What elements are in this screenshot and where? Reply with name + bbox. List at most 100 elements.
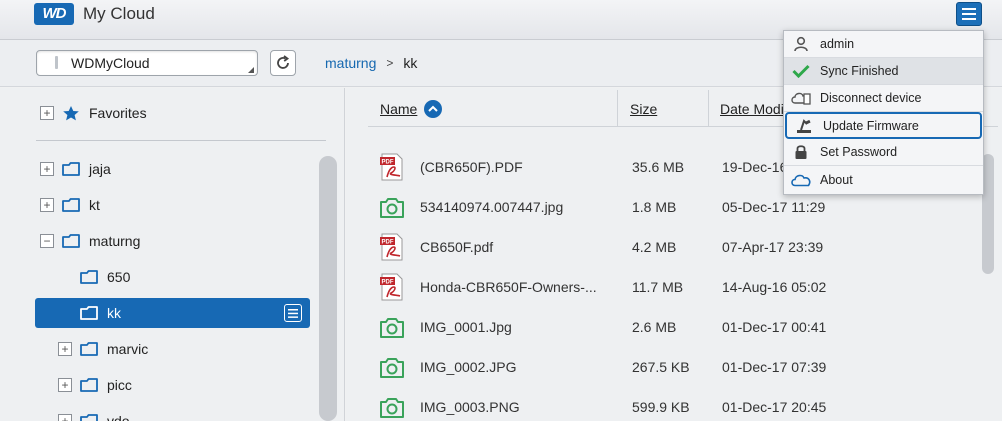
firmware-icon xyxy=(793,117,815,135)
file-row[interactable]: PDF Honda-CBR650F-Owners-... 11.7 MB 14-… xyxy=(379,267,979,307)
sidebar-item-jaja[interactable]: + jaja xyxy=(40,154,111,184)
device-select[interactable]: WDMyCloud xyxy=(36,50,258,76)
dropdown-caret-icon xyxy=(248,67,254,73)
file-row[interactable]: IMG_0002.JPG 267.5 KB 01-Dec-17 07:39 xyxy=(379,347,979,387)
file-date: 07-Apr-17 23:39 xyxy=(722,239,824,255)
menu-item-disconnect-device[interactable]: Disconnect device xyxy=(784,85,983,112)
cloud-icon xyxy=(790,171,812,189)
menu-item-admin[interactable]: admin xyxy=(784,31,983,58)
user-menu-dropdown: admin Sync Finished Disconnect device Up… xyxy=(783,30,984,195)
expand-icon[interactable]: + xyxy=(58,414,72,421)
file-size: 1.8 MB xyxy=(632,199,677,215)
device-select-value: WDMyCloud xyxy=(71,55,150,71)
sidebar-item-vdo[interactable]: + vdo xyxy=(58,406,130,421)
refresh-button[interactable] xyxy=(270,50,296,76)
file-date: 01-Dec-17 07:39 xyxy=(722,359,827,375)
folder-context-menu-button[interactable] xyxy=(284,304,302,322)
sort-ascending-icon[interactable] xyxy=(424,99,443,118)
divider xyxy=(36,140,326,141)
menu-item-label: admin xyxy=(820,37,855,51)
menu-item-set-password[interactable]: Set Password xyxy=(784,139,983,166)
file-date: 01-Dec-17 00:41 xyxy=(722,319,827,335)
sidebar-item-maturng[interactable]: − maturng xyxy=(40,226,140,256)
file-date: 01-Dec-17 20:45 xyxy=(722,399,827,415)
folder-icon xyxy=(62,234,80,248)
pdf-file-icon: PDF xyxy=(380,153,403,181)
breadcrumb: maturng > kk xyxy=(325,55,417,71)
menu-item-sync-status[interactable]: Sync Finished xyxy=(784,58,983,85)
sidebar-scrollbar[interactable] xyxy=(319,156,337,421)
file-name: IMG_0003.PNG xyxy=(420,399,520,415)
menu-item-label: About xyxy=(820,172,853,187)
sidebar-item-picc[interactable]: + picc xyxy=(58,370,132,400)
expand-icon[interactable]: + xyxy=(40,106,54,120)
column-divider[interactable] xyxy=(617,90,618,127)
collapse-icon[interactable]: − xyxy=(40,234,54,248)
menu-item-label: Update Firmware xyxy=(823,118,919,133)
folder-icon xyxy=(80,342,98,356)
disconnect-device-icon xyxy=(790,89,812,107)
file-name: CB650F.pdf xyxy=(420,239,494,255)
sidebar-item-label: 650 xyxy=(107,269,131,285)
folder-sidebar: + Favorites + jaja + kt − maturng 650 kk… xyxy=(0,88,345,421)
drive-icon xyxy=(55,56,58,69)
sidebar-item-label: picc xyxy=(107,377,132,393)
file-name: (CBR650F).PDF xyxy=(420,159,523,175)
main-menu-button[interactable] xyxy=(956,2,982,26)
file-row[interactable]: PDF CB650F.pdf 4.2 MB 07-Apr-17 23:39 xyxy=(379,227,979,267)
file-name: Honda-CBR650F-Owners-... xyxy=(420,279,597,295)
column-name-label: Name xyxy=(380,100,418,117)
image-file-icon xyxy=(380,358,404,378)
svg-text:PDF: PDF xyxy=(382,280,394,286)
expand-icon[interactable]: + xyxy=(58,378,72,392)
expand-icon[interactable]: + xyxy=(40,162,54,176)
sidebar-item-label: marvic xyxy=(107,341,149,357)
column-header-size[interactable]: Size xyxy=(630,90,657,127)
folder-icon xyxy=(80,414,98,421)
checkmark-icon xyxy=(790,62,812,80)
menu-item-label: Sync Finished xyxy=(820,64,899,78)
expand-icon[interactable]: + xyxy=(58,342,72,356)
menu-item-label: Disconnect device xyxy=(820,91,922,105)
file-name: IMG_0002.JPG xyxy=(420,359,517,375)
list-menu-icon xyxy=(288,308,298,318)
folder-icon xyxy=(80,306,98,320)
file-name: 534140974.007447.jpg xyxy=(420,199,564,215)
sidebar-item-kk[interactable]: kk xyxy=(35,298,310,328)
folder-icon xyxy=(80,270,98,284)
refresh-icon xyxy=(277,55,290,69)
file-size: 2.6 MB xyxy=(632,319,677,335)
folder-icon xyxy=(62,162,80,176)
file-date: 05-Dec-17 11:29 xyxy=(722,199,826,215)
expand-icon[interactable]: + xyxy=(40,198,54,212)
star-icon xyxy=(63,106,79,121)
file-row[interactable]: IMG_0001.Jpg 2.6 MB 01-Dec-17 00:41 xyxy=(379,307,979,347)
sidebar-item-label: Favorites xyxy=(89,105,147,121)
file-size: 599.9 KB xyxy=(632,399,690,415)
menu-item-update-firmware[interactable]: Update Firmware xyxy=(785,112,982,139)
file-size: 35.6 MB xyxy=(632,159,685,175)
pdf-file-icon: PDF xyxy=(380,273,403,301)
wd-logo: WD xyxy=(34,3,74,25)
menu-item-about[interactable]: About xyxy=(784,166,983,193)
sidebar-item-650[interactable]: 650 xyxy=(80,262,130,292)
lock-icon xyxy=(790,143,812,161)
file-size: 11.7 MB xyxy=(632,279,684,295)
breadcrumb-link-maturng[interactable]: maturng xyxy=(325,55,376,71)
sidebar-item-marvic[interactable]: + marvic xyxy=(58,334,148,364)
app-title: My Cloud xyxy=(83,4,155,23)
file-size: 267.5 KB xyxy=(632,359,690,375)
pdf-file-icon: PDF xyxy=(380,233,403,261)
sidebar-item-kt[interactable]: + kt xyxy=(40,190,100,220)
file-name: IMG_0001.Jpg xyxy=(420,319,512,335)
image-file-icon xyxy=(380,198,404,218)
column-divider[interactable] xyxy=(708,90,709,127)
breadcrumb-separator: > xyxy=(386,56,394,70)
column-header-name[interactable]: Name xyxy=(380,90,443,127)
image-file-icon xyxy=(380,398,404,418)
file-row[interactable]: IMG_0003.PNG 599.9 KB 01-Dec-17 20:45 xyxy=(379,387,979,421)
svg-text:PDF: PDF xyxy=(382,160,394,166)
sidebar-item-label: jaja xyxy=(89,161,111,177)
hamburger-menu-icon xyxy=(962,8,976,20)
sidebar-item-favorites[interactable]: + Favorites xyxy=(40,98,147,128)
